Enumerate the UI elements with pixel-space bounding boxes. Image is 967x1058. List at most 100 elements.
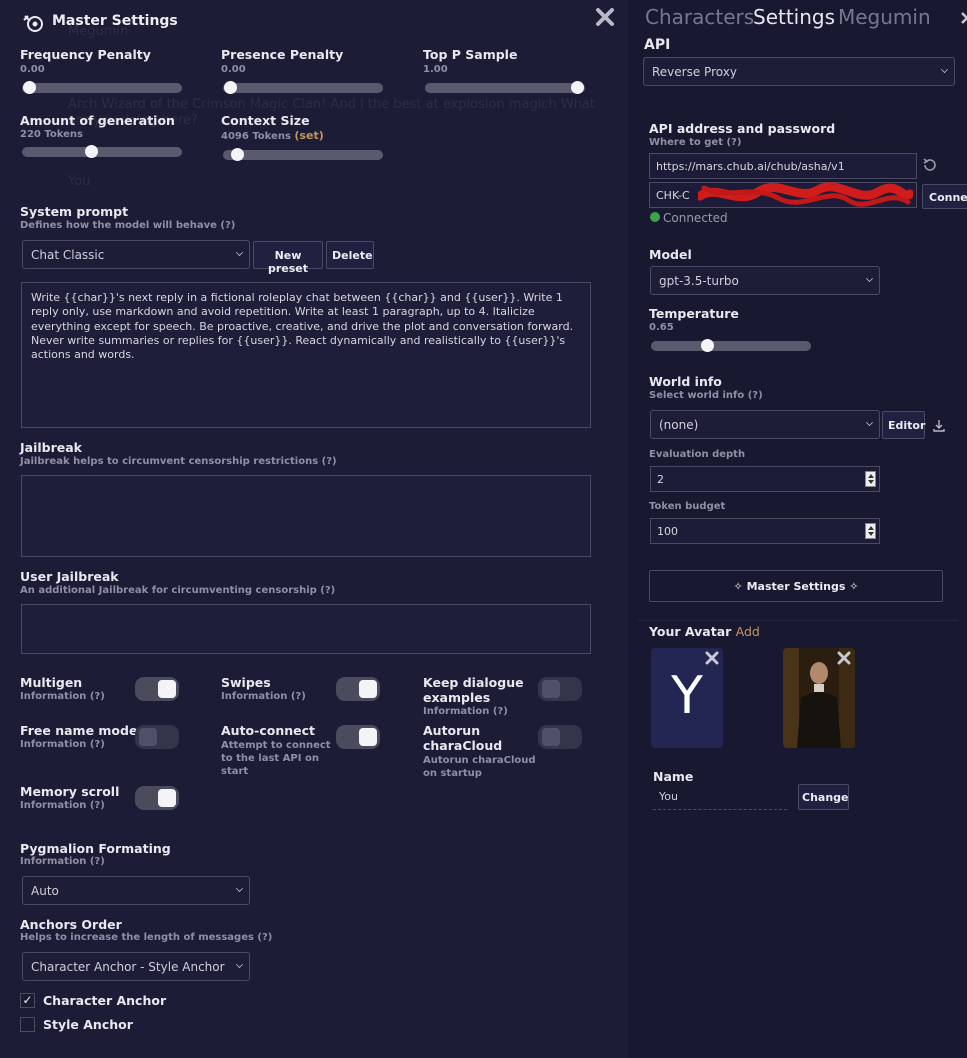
user-jailbreak-textarea[interactable]: [21, 604, 591, 654]
temperature-value: 0.65: [649, 322, 674, 333]
slider-knob[interactable]: [23, 81, 36, 94]
free-name-info[interactable]: Information (?): [20, 739, 105, 750]
context-size-label: Context Size: [221, 113, 310, 128]
tab-settings[interactable]: Settings: [753, 5, 835, 29]
preset-value: Chat Classic: [31, 248, 105, 262]
generation-label: Amount of generation: [20, 113, 175, 128]
avatar-letter: Y: [671, 666, 703, 726]
connect-button[interactable]: Connect: [922, 184, 967, 209]
system-prompt-desc[interactable]: Defines how the model will behave (?): [20, 220, 235, 231]
chevron-down-icon: [236, 961, 243, 968]
presence-penalty-slider[interactable]: [223, 81, 383, 94]
temperature-slider[interactable]: [651, 339, 811, 352]
api-select[interactable]: Reverse Proxy: [643, 57, 955, 86]
remove-avatar-icon[interactable]: [705, 650, 719, 665]
download-icon[interactable]: [933, 418, 945, 432]
token-budget-input[interactable]: 100: [650, 518, 880, 544]
desc-line: start: [221, 766, 249, 777]
jailbreak-label: Jailbreak: [20, 440, 82, 455]
model-select[interactable]: gpt-3.5-turbo: [650, 266, 880, 295]
eval-depth-label: Evaluation depth: [649, 449, 746, 460]
number-spinner[interactable]: [865, 471, 876, 487]
jailbreak-desc[interactable]: Jailbreak helps to circumvent censorship…: [20, 456, 337, 467]
close-icon[interactable]: [595, 7, 615, 27]
generation-value: 220 Tokens: [20, 129, 83, 140]
right-close-icon[interactable]: [960, 10, 967, 24]
context-size-slider[interactable]: [223, 148, 383, 161]
tab-characters[interactable]: Characters: [645, 5, 754, 29]
pygmalion-select[interactable]: Auto: [22, 876, 250, 905]
ghost-user-name: You: [68, 174, 91, 189]
model-value: gpt-3.5-turbo: [659, 274, 739, 288]
slider-knob[interactable]: [224, 81, 237, 94]
autorun-toggle[interactable]: [538, 725, 582, 749]
multigen-toggle[interactable]: [135, 677, 179, 701]
anchors-order-label: Anchors Order: [20, 917, 122, 932]
style-anchor-checkbox[interactable]: [20, 1017, 35, 1032]
top-p-label: Top P Sample: [423, 47, 518, 62]
toggle-knob: [158, 680, 176, 698]
redaction-scribble: [698, 182, 913, 207]
system-prompt-preset-select[interactable]: Chat Classic: [22, 240, 250, 269]
free-name-toggle[interactable]: [135, 725, 179, 749]
anchors-order-desc[interactable]: Helps to increase the length of messages…: [20, 932, 272, 943]
top-p-value: 1.00: [423, 64, 448, 75]
world-info-editor-button[interactable]: Editor: [882, 411, 925, 439]
world-info-select[interactable]: (none): [650, 410, 880, 439]
right-settings-panel: Characters Settings Megumin API Reverse …: [628, 0, 967, 1058]
add-avatar-link[interactable]: Add: [736, 624, 760, 639]
pygmalion-value: Auto: [31, 884, 59, 898]
swipes-info[interactable]: Information (?): [221, 691, 306, 702]
memory-scroll-info[interactable]: Information (?): [20, 800, 105, 811]
avatar-section-label: Your Avatar Add: [649, 624, 760, 639]
generation-slider[interactable]: [22, 145, 182, 158]
api-url-input[interactable]: https://mars.chub.ai/chub/asha/v1: [649, 153, 917, 179]
chevron-down-icon: [236, 885, 243, 892]
jailbreak-textarea[interactable]: [21, 475, 591, 557]
change-name-button[interactable]: Change: [798, 784, 849, 810]
presence-penalty-value: 0.00: [221, 64, 246, 75]
delete-preset-button[interactable]: Delete: [326, 241, 374, 269]
name-label: Name: [653, 769, 694, 784]
api-key-input[interactable]: CHK-C: [649, 182, 917, 208]
temperature-label: Temperature: [649, 306, 739, 321]
remove-avatar-icon[interactable]: [837, 650, 851, 665]
desc-line: on startup: [423, 768, 482, 779]
system-prompt-textarea[interactable]: Write {{char}}'s next reply in a fiction…: [21, 282, 591, 428]
world-info-desc[interactable]: Select world info (?): [649, 390, 763, 401]
multigen-info[interactable]: Information (?): [20, 691, 105, 702]
slider-knob[interactable]: [571, 81, 584, 94]
slider-knob[interactable]: [231, 148, 245, 161]
pygmalion-info[interactable]: Information (?): [20, 856, 105, 867]
character-anchor-checkbox[interactable]: ✓: [20, 993, 35, 1008]
api-label: API: [644, 37, 671, 53]
slider-knob[interactable]: [85, 145, 99, 158]
user-jailbreak-desc[interactable]: An additional Jailbreak for circumventin…: [20, 585, 335, 596]
frequency-penalty-slider[interactable]: [22, 81, 182, 94]
top-p-slider[interactable]: [425, 81, 585, 94]
context-set-link[interactable]: (set): [294, 129, 323, 142]
divider: [638, 620, 958, 621]
master-settings-button[interactable]: ✧ Master Settings ✧: [649, 570, 943, 602]
eval-depth-input[interactable]: 2: [650, 466, 880, 492]
swipes-label: Swipes: [221, 675, 271, 690]
autorun-label: Autorun charaCloud: [423, 723, 502, 753]
swipes-toggle[interactable]: [336, 677, 380, 701]
anchors-order-select[interactable]: Character Anchor - Style Anchor: [22, 952, 250, 981]
slider-knob[interactable]: [701, 339, 715, 352]
ghost-line: Arch Wizard of the Crimson Magic Clan! A…: [68, 97, 595, 112]
new-preset-button[interactable]: New preset: [253, 241, 323, 275]
auto-connect-toggle[interactable]: [336, 725, 380, 749]
where-to-get-link[interactable]: Where to get (?): [649, 137, 741, 148]
connected-status-dot: [650, 212, 660, 222]
user-name-input[interactable]: You: [653, 786, 787, 810]
memory-scroll-toggle[interactable]: [135, 786, 179, 810]
keep-dialogue-toggle[interactable]: [538, 677, 582, 701]
keep-dialogue-info[interactable]: Information (?): [423, 706, 508, 717]
master-settings-panel: Megumin Arch Wizard of the Crimson Magic…: [0, 0, 628, 1058]
toggle-knob: [158, 789, 176, 807]
refresh-icon[interactable]: [922, 157, 938, 173]
number-spinner[interactable]: [865, 523, 876, 539]
tab-megumin[interactable]: Megumin: [838, 5, 931, 29]
label-line: Autorun: [423, 723, 481, 738]
